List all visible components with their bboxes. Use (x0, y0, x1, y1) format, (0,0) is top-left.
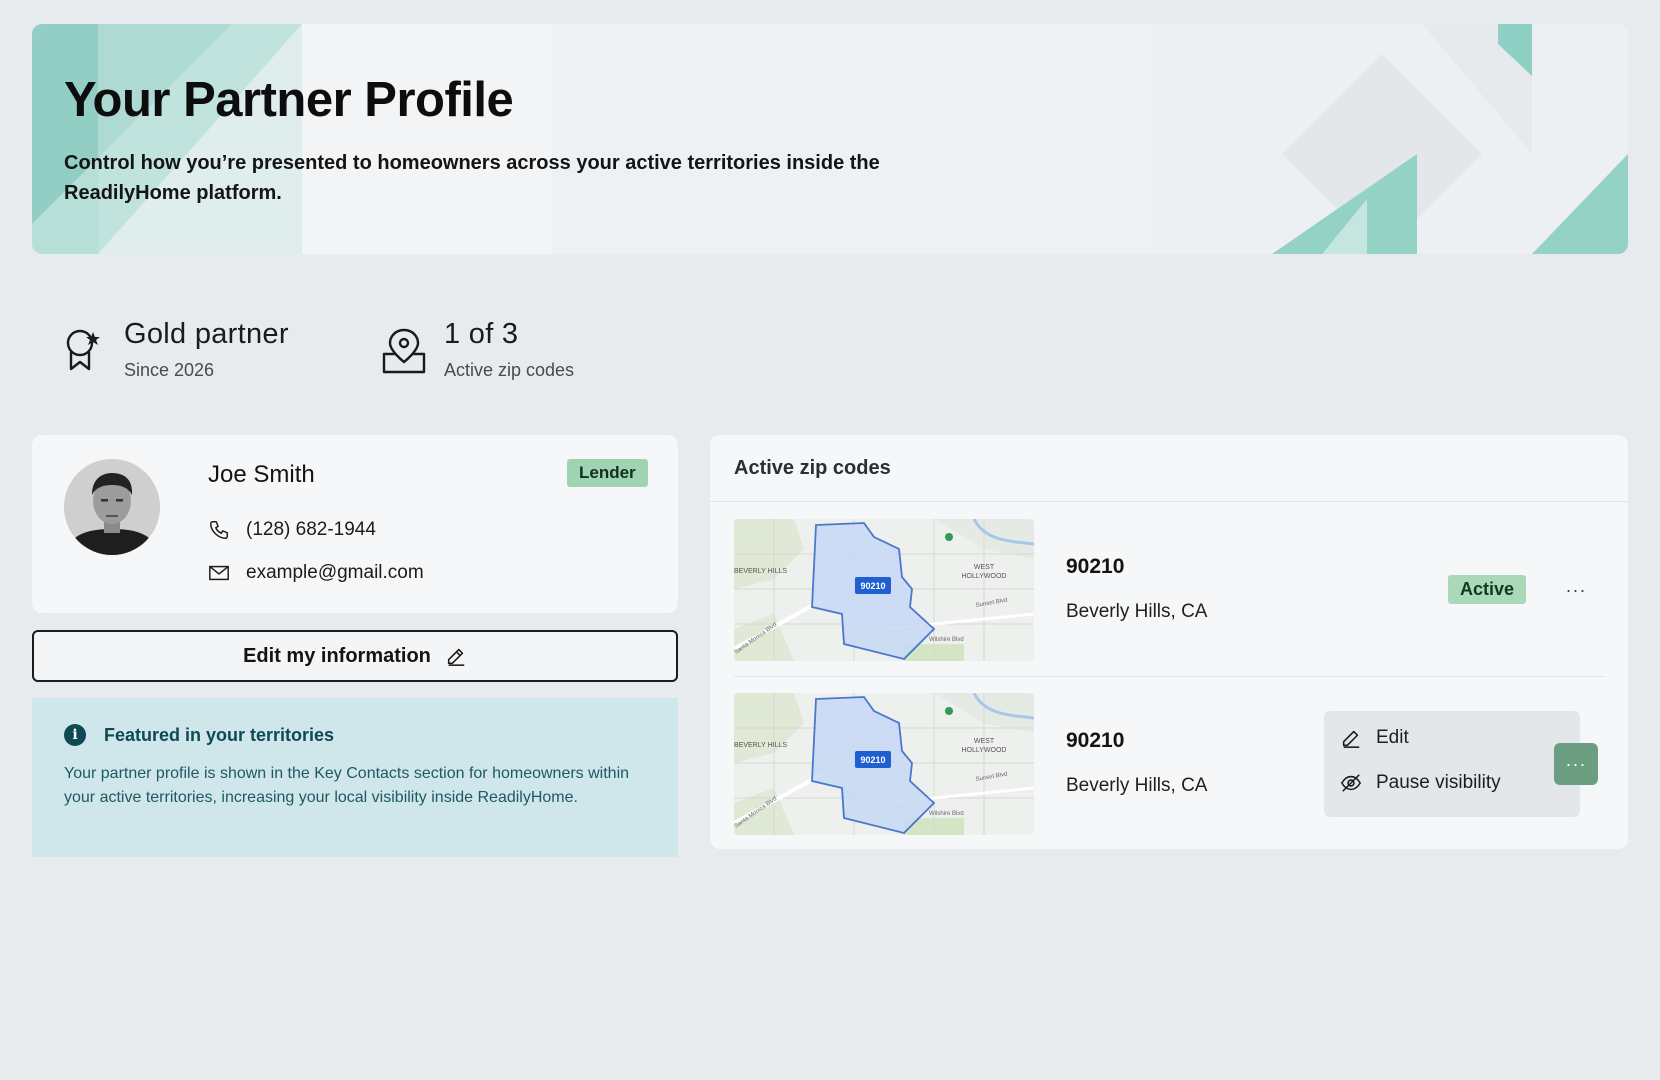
status-badge: Active (1448, 575, 1527, 604)
avatar (64, 459, 160, 555)
profile-name: Joe Smith (208, 461, 315, 488)
menu-edit-label: Edit (1376, 727, 1409, 748)
info-title: Featured in your territories (104, 724, 335, 745)
zip-row: 90210 BEVERLY HILLS WEST HOLLYWOOD Sunse… (734, 519, 1606, 661)
info-heading: i Featured in your territories (64, 724, 334, 746)
zip-map-thumbnail: 90210 BEVERLY HILLS WEST HOLLYWOOD Sunse… (734, 519, 1034, 661)
zip-city: Beverly Hills, CA (1066, 775, 1208, 796)
more-options-button[interactable]: ··· (1554, 743, 1598, 785)
panel-title: Active zip codes (734, 457, 891, 479)
partner-tier: Gold partner (124, 318, 289, 350)
svg-text:Wilshire Blvd: Wilshire Blvd (929, 637, 964, 643)
zip-city: Beverly Hills, CA (1066, 601, 1208, 622)
pencil-icon (1342, 730, 1360, 748)
svg-text:WEST: WEST (974, 738, 995, 745)
menu-item-pause-visibility[interactable]: Pause visibility (1340, 772, 1501, 794)
edit-information-label: Edit my information (243, 644, 431, 667)
svg-text:BEVERLY HILLS: BEVERLY HILLS (734, 742, 787, 749)
zip-map-thumbnail: 90210 BEVERLY HILLS WEST HOLLYWOOD Sunse… (734, 693, 1034, 835)
phone-icon (210, 521, 228, 539)
panel-divider (710, 501, 1628, 502)
role-badge: Lender (567, 459, 648, 487)
active-zip-codes-panel: Active zip codes 90210 BEVERLY HILLS WES… (710, 435, 1628, 849)
mail-icon (209, 565, 229, 581)
zip-code: 90210 (1066, 729, 1125, 752)
edit-information-button[interactable]: Edit my information (32, 630, 678, 682)
hero-banner: Your Partner Profile Control how you’re … (32, 24, 1628, 254)
more-options-button[interactable]: ··· (1554, 569, 1598, 611)
row-divider (734, 676, 1606, 677)
zip-row: 90210 BEVERLY HILLS WEST HOLLYWOOD Sunse… (734, 693, 1606, 835)
row-options-menu: Edit Pause visibility (1324, 711, 1580, 817)
svg-text:HOLLYWOOD: HOLLYWOOD (962, 573, 1007, 580)
profile-phone: (128) 682-1944 (246, 519, 376, 540)
pencil-icon (447, 648, 465, 666)
partner-since: Since 2026 (124, 360, 215, 380)
menu-pause-label: Pause visibility (1376, 772, 1501, 793)
svg-text:HOLLYWOOD: HOLLYWOOD (962, 747, 1007, 754)
partner-tier-stat: Gold partner Since 2026 (60, 316, 289, 382)
profile-email: example@gmail.com (246, 562, 424, 583)
zip-count: 1 of 3 (444, 318, 519, 350)
page-title: Your Partner Profile (64, 73, 514, 127)
svg-text:BEVERLY HILLS: BEVERLY HILLS (734, 568, 787, 575)
profile-card: Joe Smith Lender (128) 682-1944 example@… (32, 435, 678, 613)
eye-off-icon (1340, 774, 1362, 792)
map-zip-label: 90210 (860, 581, 885, 591)
info-icon: i (64, 724, 86, 746)
svg-text:WEST: WEST (974, 564, 995, 571)
map-pin-icon (382, 328, 426, 374)
zip-count-stat: 1 of 3 Active zip codes (380, 316, 574, 382)
map-zip-label: 90210 (860, 755, 885, 765)
hero-decoration (32, 24, 1628, 254)
award-ribbon-icon (66, 329, 100, 371)
menu-item-edit[interactable]: Edit (1340, 727, 1409, 749)
email-row: example@gmail.com (208, 562, 424, 584)
zip-count-label: Active zip codes (444, 360, 575, 380)
svg-text:Wilshire Blvd: Wilshire Blvd (929, 811, 964, 817)
info-text: Your partner profile is shown in the Key… (64, 765, 630, 806)
phone-row: (128) 682-1944 (208, 519, 376, 541)
zip-code: 90210 (1066, 555, 1125, 578)
page-subtitle: Control how you’re presented to homeowne… (64, 152, 880, 204)
featured-info-box: i Featured in your territories Your part… (32, 698, 678, 857)
